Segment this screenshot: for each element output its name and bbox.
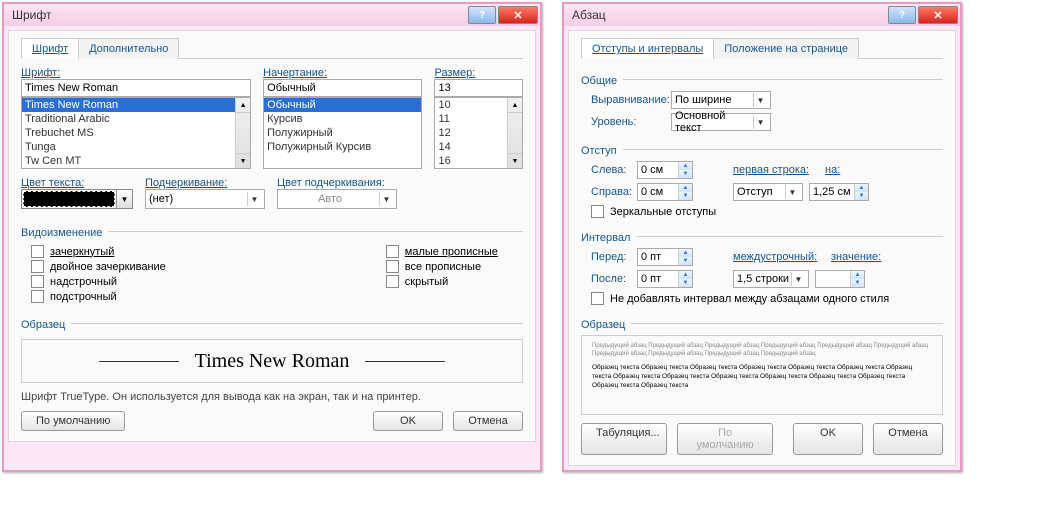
general-group: Общие (581, 75, 617, 87)
indent-group: Отступ (581, 145, 617, 157)
style-label: Начертание: (263, 67, 422, 79)
left-label: Слева: (591, 164, 637, 176)
close-button[interactable]: ✕ (498, 6, 538, 24)
list-item[interactable]: Полужирный Курсив (264, 140, 421, 154)
font-dialog: Шрифт ? ✕ Шрифт Дополнительно Шрифт: Tim… (2, 2, 542, 472)
help-button[interactable]: ? (888, 6, 916, 24)
chevron-down-icon[interactable]: ▼ (116, 190, 132, 208)
size-input[interactable]: 13 (434, 79, 523, 97)
before-label: Перед: (591, 251, 637, 263)
underline-label: Подчеркивание: (145, 177, 265, 189)
by-label: на: (825, 164, 840, 176)
text-color-label: Цвет текста: (21, 177, 133, 189)
scrollbar[interactable]: ▲▼ (507, 98, 522, 168)
list-item[interactable]: Полужирный (264, 126, 421, 140)
double-strike-checkbox[interactable]: двойное зачеркивание (31, 260, 166, 273)
sample-box: Предыдущий абзац Предыдущий абзац Предыд… (581, 335, 943, 415)
subscript-checkbox[interactable]: подстрочный (31, 290, 166, 303)
help-button[interactable]: ? (468, 6, 496, 24)
after-spinner[interactable]: 0 пт▲▼ (637, 270, 693, 288)
align-label: Выравнивание: (591, 94, 671, 106)
cancel-button[interactable]: Отмена (873, 423, 943, 455)
list-item[interactable]: Обычный (264, 98, 421, 112)
note-text: Шрифт TrueType. Он используется для выво… (21, 391, 523, 403)
interval-group: Интервал (581, 232, 630, 244)
line-spacing-label: междустрочный: (733, 251, 819, 263)
tab-pagination[interactable]: Положение на странице (713, 38, 859, 59)
scrollbar[interactable]: ▲▼ (235, 98, 250, 168)
underline-color-label: Цвет подчеркивания: (277, 177, 397, 189)
superscript-checkbox[interactable]: надстрочный (31, 275, 166, 288)
tab-advanced[interactable]: Дополнительно (78, 38, 179, 59)
style-list[interactable]: Обычный Курсив Полужирный Полужирный Кур… (263, 97, 422, 169)
tab-indents[interactable]: Отступы и интервалы (581, 38, 714, 59)
paragraph-dialog: Абзац ? ✕ Отступы и интервалы Положение … (562, 2, 962, 472)
underline-color-combo[interactable]: Авто▼ (277, 189, 397, 209)
list-item[interactable]: Traditional Arabic (22, 112, 250, 126)
first-line-combo[interactable]: Отступ▼ (733, 183, 803, 201)
default-button[interactable]: По умолчанию (21, 411, 125, 431)
right-label: Справа: (591, 186, 637, 198)
sample-box: Times New Roman (21, 339, 523, 383)
value-label: значение: (831, 251, 881, 263)
title: Шрифт (12, 8, 466, 22)
font-label: Шрифт: (21, 67, 251, 79)
list-item[interactable]: Trebuchet MS (22, 126, 250, 140)
title: Абзац (572, 8, 886, 22)
right-spinner[interactable]: 0 см▲▼ (637, 183, 693, 201)
default-button[interactable]: По умолчанию (677, 423, 773, 455)
underline-combo[interactable]: (нет)▼ (145, 189, 265, 209)
close-button[interactable]: ✕ (918, 6, 958, 24)
by-spinner[interactable]: 1,25 см▲▼ (809, 183, 869, 201)
chevron-down-icon: ▼ (753, 93, 767, 107)
font-input[interactable]: Times New Roman (21, 79, 251, 97)
list-item[interactable]: Times New Roman (22, 98, 250, 112)
tab-font[interactable]: Шрифт (21, 38, 79, 59)
font-list[interactable]: Times New Roman Traditional Arabic Trebu… (21, 97, 251, 169)
ok-button[interactable]: OK (373, 411, 443, 431)
chevron-down-icon: ▼ (753, 115, 767, 129)
smallcaps-checkbox[interactable]: малые прописные (386, 245, 498, 258)
list-item[interactable]: Курсив (264, 112, 421, 126)
titlebar[interactable]: Шрифт ? ✕ (4, 4, 540, 26)
size-label: Размер: (434, 67, 523, 79)
color-swatch (23, 191, 115, 207)
cancel-button[interactable]: Отмена (453, 411, 523, 431)
level-label: Уровень: (591, 116, 671, 128)
first-line-label: первая строка: (733, 164, 813, 176)
titlebar[interactable]: Абзац ? ✕ (564, 4, 960, 26)
size-list[interactable]: 10 11 12 14 16 ▲▼ (434, 97, 523, 169)
tabulation-button[interactable]: Табуляция... (581, 423, 667, 455)
allcaps-checkbox[interactable]: все прописные (386, 260, 498, 273)
before-spinner[interactable]: 0 пт▲▼ (637, 248, 693, 266)
no-add-checkbox[interactable]: Не добавлять интервал между абзацами одн… (581, 292, 943, 305)
left-spinner[interactable]: 0 см▲▼ (637, 161, 693, 179)
level-combo[interactable]: Основной текст▼ (671, 113, 771, 131)
sample-text: Times New Roman (195, 350, 350, 373)
align-combo[interactable]: По ширине▼ (671, 91, 771, 109)
chevron-down-icon: ▼ (247, 192, 261, 206)
effects-label: Видоизменение (21, 227, 102, 239)
ok-button[interactable]: OK (793, 423, 863, 455)
text-color-combo[interactable]: ▼ (21, 189, 133, 209)
chevron-down-icon: ▼ (379, 192, 393, 206)
hidden-checkbox[interactable]: скрытый (386, 275, 498, 288)
list-item[interactable]: Tunga (22, 140, 250, 154)
after-label: После: (591, 273, 637, 285)
value-spinner[interactable]: ▲▼ (815, 270, 865, 288)
sample-group: Образец (581, 319, 625, 331)
strikethrough-checkbox[interactable]: зачеркнутый (31, 245, 166, 258)
style-input[interactable]: Обычный (263, 79, 422, 97)
mirror-checkbox[interactable]: Зеркальные отступы (581, 205, 943, 218)
sample-label: Образец (21, 319, 65, 331)
list-item[interactable]: Tw Cen MT (22, 154, 250, 168)
line-spacing-combo[interactable]: 1,5 строки▼ (733, 270, 809, 288)
